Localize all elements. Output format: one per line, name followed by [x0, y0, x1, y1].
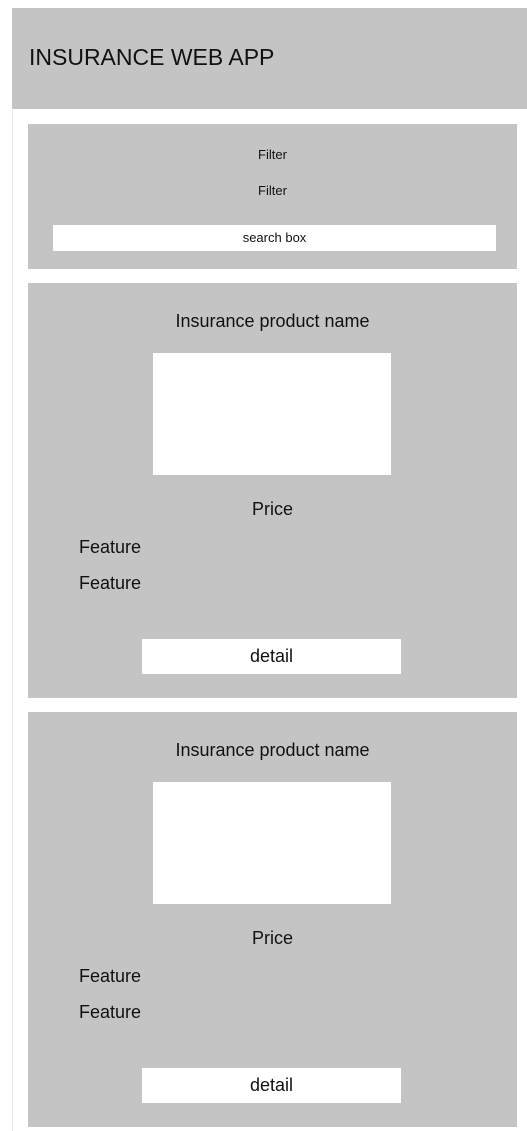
product-feature: Feature — [79, 966, 142, 986]
left-divider — [12, 110, 13, 1131]
product-name: Insurance product name — [175, 311, 370, 331]
detail-button[interactable]: detail — [142, 639, 401, 674]
product-card: Insurance product name Price Feature Fea… — [28, 712, 517, 1127]
product-feature: Feature — [79, 537, 142, 557]
app-title: INSURANCE WEB APP — [29, 44, 275, 70]
product-card: Insurance product name Price Feature Fea… — [28, 283, 517, 698]
page: INSURANCE WEB APP Filter Filter Insuranc… — [0, 0, 527, 1131]
filter-panel: Filter Filter — [28, 124, 517, 269]
detail-button[interactable]: detail — [142, 1068, 401, 1103]
product-image-placeholder — [153, 782, 391, 904]
search-input[interactable] — [53, 225, 496, 251]
product-feature: Feature — [79, 1002, 142, 1022]
filter-option[interactable]: Filter — [28, 147, 517, 162]
product-price: Price — [251, 928, 293, 948]
app-header: INSURANCE WEB APP — [12, 8, 527, 109]
product-name: Insurance product name — [175, 740, 370, 760]
product-feature: Feature — [79, 573, 142, 593]
product-image-placeholder — [153, 353, 391, 475]
filter-option[interactable]: Filter — [28, 183, 517, 198]
product-price: Price — [251, 499, 293, 519]
